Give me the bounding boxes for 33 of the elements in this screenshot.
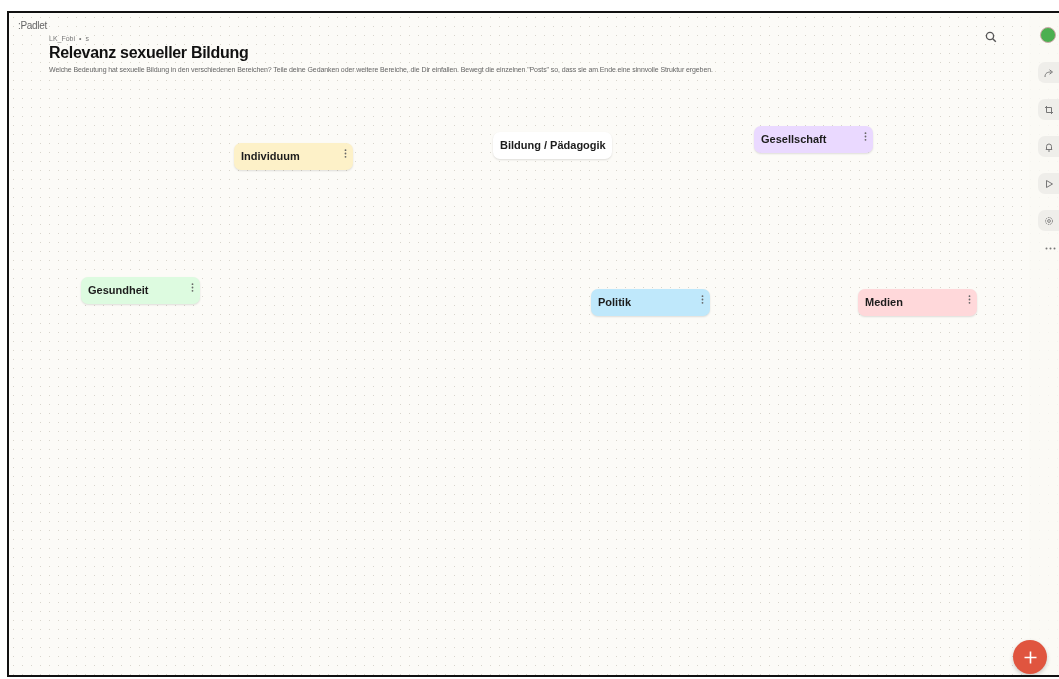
settings-icon xyxy=(1043,215,1054,226)
play-button[interactable] xyxy=(1038,173,1059,194)
more-icon[interactable] xyxy=(1045,247,1056,250)
post-title: Politik xyxy=(598,295,631,310)
post-title: Medien xyxy=(865,295,903,310)
add-button[interactable] xyxy=(1013,640,1047,674)
post-card[interactable]: Bildung / Pädagogik xyxy=(493,132,612,159)
post-title: Gesundheit xyxy=(88,283,149,298)
post-card[interactable]: Gesellschaft xyxy=(754,126,873,153)
gear-button[interactable] xyxy=(1038,210,1059,231)
frame-button[interactable] xyxy=(1038,99,1059,120)
more-icon[interactable] xyxy=(701,295,704,304)
more-icon[interactable] xyxy=(191,283,194,292)
more-icon[interactable] xyxy=(864,132,867,141)
bell-icon xyxy=(1043,141,1054,152)
more-icon[interactable] xyxy=(344,149,347,158)
app-logo[interactable]: :Padlet xyxy=(9,13,1029,31)
post-title: Individuum xyxy=(241,149,300,164)
post-card[interactable]: Individuum xyxy=(234,143,353,170)
bell-button[interactable] xyxy=(1038,136,1059,157)
avatar-icon[interactable] xyxy=(1040,27,1056,43)
frame-icon xyxy=(1043,104,1054,115)
search-icon[interactable] xyxy=(985,31,997,43)
post-title: Gesellschaft xyxy=(761,132,827,147)
plus-icon xyxy=(1023,650,1037,664)
board-title: Relevanz sexueller Bildung xyxy=(49,44,250,62)
post-card[interactable]: Gesundheit xyxy=(81,277,200,304)
play-icon xyxy=(1043,178,1054,189)
share-icon xyxy=(1043,67,1054,78)
post-card[interactable]: Medien xyxy=(858,289,977,316)
post-title: Bildung / Pädagogik xyxy=(500,138,606,153)
more-icon[interactable] xyxy=(968,295,971,304)
post-card[interactable]: Politik xyxy=(591,289,710,316)
